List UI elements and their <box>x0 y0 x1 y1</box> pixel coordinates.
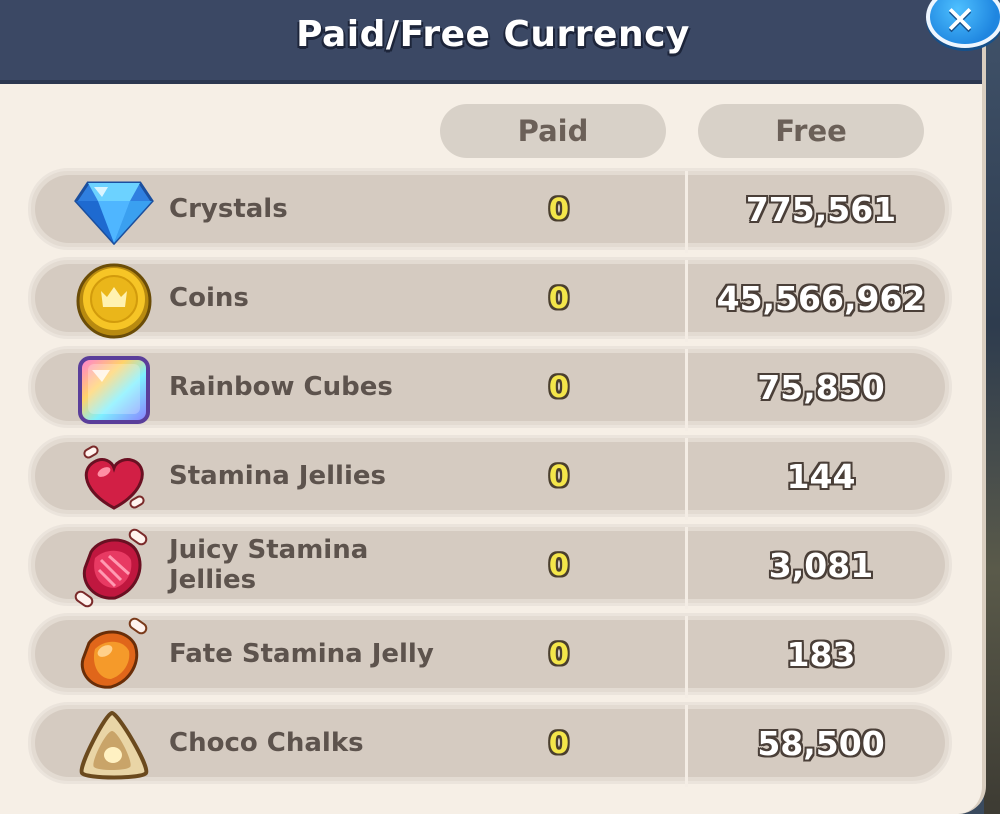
free-amount: 45,566,962 <box>716 278 926 318</box>
paid-amount: 0 <box>548 281 570 315</box>
currency-row-juicy-stamina-jellies: Juicy Stamina Jellies 0 3,081 <box>28 524 952 609</box>
close-icon: ✕ <box>944 0 976 42</box>
paid-amount: 0 <box>548 726 570 760</box>
dialog-titlebar: Paid/Free Currency <box>0 0 982 84</box>
rainbow-cube-icon <box>71 355 157 425</box>
currency-name: Juicy Stamina Jellies <box>169 535 369 595</box>
paid-amount: 0 <box>548 192 570 226</box>
fate-stamina-jelly-icon <box>71 617 157 692</box>
currency-row-rainbow-cubes: Rainbow Cubes 0 75,850 <box>28 346 952 431</box>
free-amount: 775,561 <box>745 189 897 229</box>
free-amount: 75,850 <box>757 367 885 407</box>
currency-name: Crystals <box>169 194 288 224</box>
paid-amount: 0 <box>548 370 570 404</box>
currency-row-stamina-jellies: Stamina Jellies 0 144 <box>28 435 952 520</box>
currency-row-choco-chalks: Choco Chalks 0 58,500 <box>28 702 952 787</box>
stamina-jelly-icon <box>71 444 157 514</box>
crystal-icon <box>71 177 157 247</box>
currency-name: Stamina Jellies <box>169 461 386 491</box>
coin-icon <box>71 263 157 339</box>
paid-amount: 0 <box>548 637 570 671</box>
free-amount: 58,500 <box>757 723 885 763</box>
paid-amount: 0 <box>548 548 570 582</box>
paid-column-header: Paid <box>440 104 666 158</box>
currency-name: Coins <box>169 283 249 313</box>
currency-dialog: Paid/Free Currency Paid Free Crystals 0 … <box>0 0 986 814</box>
juicy-stamina-jelly-icon <box>71 528 157 608</box>
free-column-header: Free <box>698 104 924 158</box>
background-scene <box>984 0 1000 814</box>
paid-amount: 0 <box>548 459 570 493</box>
dialog-title: Paid/Free Currency <box>296 13 690 55</box>
currency-row-crystals: Crystals 0 775,561 <box>28 168 952 253</box>
free-amount: 183 <box>786 634 856 674</box>
choco-chalk-icon <box>71 711 157 781</box>
currency-name: Choco Chalks <box>169 728 364 758</box>
currency-name: Rainbow Cubes <box>169 372 393 402</box>
currency-name: Fate Stamina Jelly <box>169 639 434 669</box>
free-amount: 3,081 <box>768 545 874 585</box>
currency-row-fate-stamina-jelly: Fate Stamina Jelly 0 183 <box>28 613 952 698</box>
free-amount: 144 <box>786 456 856 496</box>
currency-row-coins: Coins 0 45,566,962 <box>28 257 952 342</box>
